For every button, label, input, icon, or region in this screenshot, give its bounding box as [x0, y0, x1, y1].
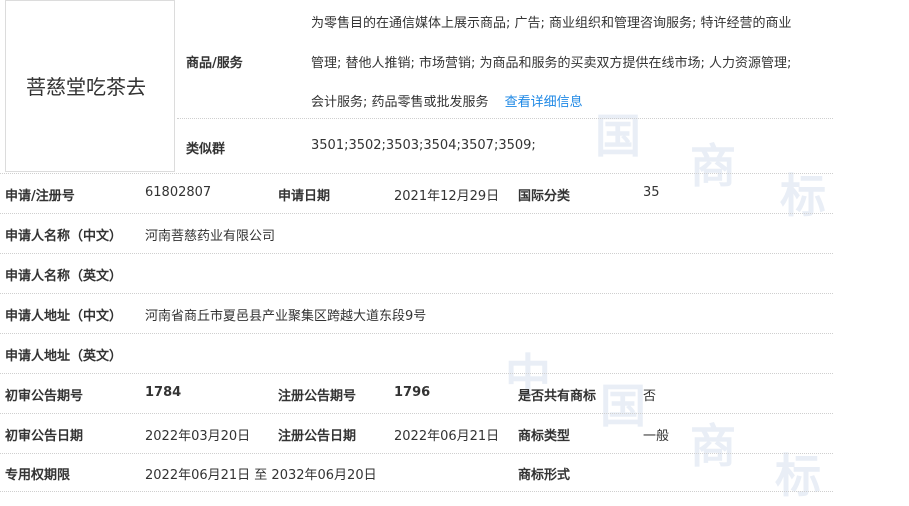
tm-form-label: 商标形式 — [518, 468, 571, 483]
reg-no-value: 61802807 — [145, 185, 212, 200]
shared-label: 是否共有商标 — [518, 389, 597, 404]
shared-value: 否 — [643, 389, 657, 404]
divider — [0, 293, 833, 294]
watermark: 商 — [690, 419, 736, 473]
applicant-en-label: 申请人名称（英文） — [5, 269, 123, 284]
prelim-date-label: 初审公告日期 — [5, 429, 84, 444]
tm-type-label: 商标类型 — [518, 429, 571, 444]
divider — [0, 413, 833, 414]
goods-services-line-3-text: 会计服务; 药品零售或批发服务 — [311, 95, 489, 110]
divider — [0, 373, 833, 374]
reg-pub-date-value: 2022年06月21日 — [394, 429, 500, 444]
trademark-logo-text: 菩慈堂吃茶去 — [26, 75, 146, 99]
prelim-date-value: 2022年03月20日 — [145, 429, 251, 444]
goods-services-line-3: 会计服务; 药品零售或批发服务 查看详细信息 — [311, 91, 583, 110]
prelim-no-label: 初审公告期号 — [5, 389, 84, 404]
divider — [0, 173, 833, 174]
watermark: 国 — [600, 379, 646, 433]
reg-no-label: 申请/注册号 — [5, 189, 75, 204]
address-cn-value: 河南省商丘市夏邑县产业聚集区跨越大道东段9号 — [145, 309, 427, 324]
applicant-cn-label: 申请人名称（中文） — [5, 229, 123, 244]
divider — [0, 491, 833, 492]
similar-group-label: 类似群 — [186, 142, 226, 157]
divider — [0, 253, 833, 254]
address-cn-label: 申请人地址（中文） — [5, 309, 123, 324]
apply-date-label: 申请日期 — [278, 189, 331, 204]
reg-pub-no-label: 注册公告期号 — [278, 389, 357, 404]
prelim-no-value: 1784 — [145, 385, 182, 400]
goods-services-label: 商品/服务 — [186, 56, 243, 71]
reg-pub-no-value: 1796 — [394, 385, 431, 400]
divider — [0, 453, 833, 454]
similar-group-value: 3501;3502;3503;3504;3507;3509; — [311, 138, 536, 153]
trademark-image: 菩慈堂吃茶去 — [5, 0, 175, 172]
watermark: 国 — [595, 109, 641, 163]
apply-date-value: 2021年12月29日 — [394, 189, 500, 204]
watermark: 商 — [690, 139, 736, 193]
goods-services-line-1: 为零售目的在通信媒体上展示商品; 广告; 商业组织和管理咨询服务; 特许经营的商… — [311, 16, 792, 31]
divider — [177, 118, 833, 119]
goods-services-line-2: 管理; 替他人推销; 市场营销; 为商品和服务的买卖双方提供在线市场; 人力资源… — [311, 56, 792, 71]
divider — [0, 213, 833, 214]
view-details-link[interactable]: 查看详细信息 — [505, 95, 583, 110]
intl-class-label: 国际分类 — [518, 189, 571, 204]
tm-type-value: 一般 — [643, 429, 670, 444]
exclusive-value: 2022年06月21日 至 2032年06月20日 — [145, 468, 377, 483]
watermark: 标 — [775, 449, 821, 503]
reg-pub-date-label: 注册公告日期 — [278, 429, 357, 444]
watermark: 标 — [780, 169, 826, 223]
divider — [0, 333, 833, 334]
exclusive-label: 专用权期限 — [5, 468, 71, 483]
applicant-cn-value: 河南菩慈药业有限公司 — [145, 229, 276, 244]
intl-class-value: 35 — [643, 185, 660, 200]
address-en-label: 申请人地址（英文） — [5, 349, 123, 364]
